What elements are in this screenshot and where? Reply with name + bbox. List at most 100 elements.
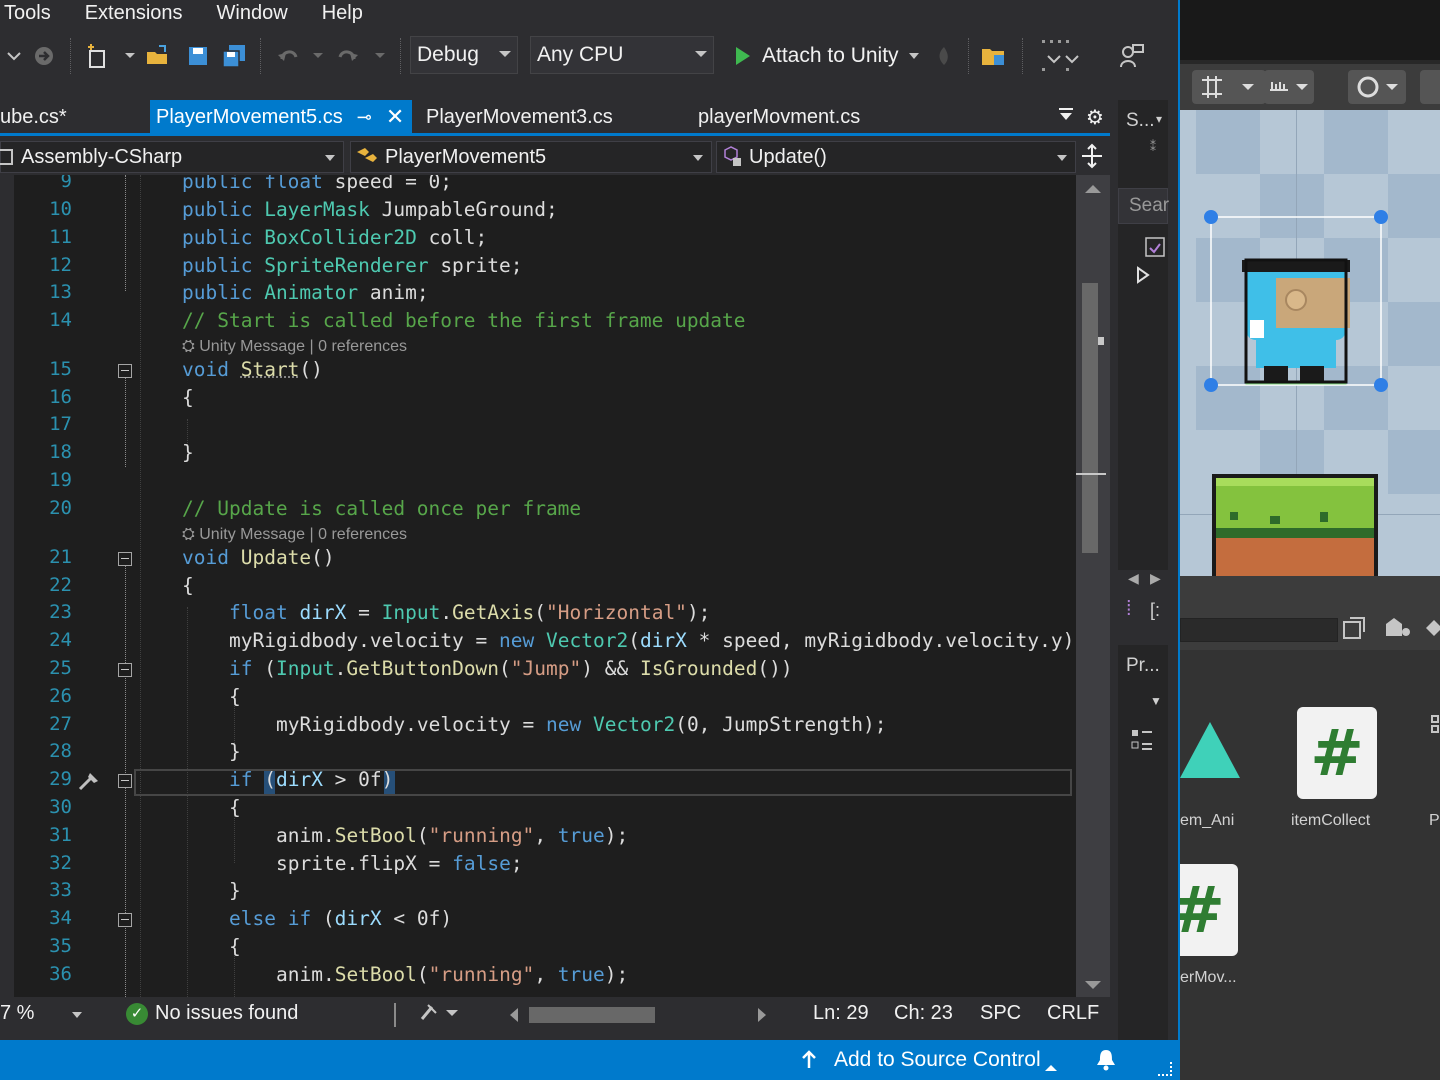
line-ending-indicator[interactable]: CRLF [1047, 1002, 1099, 1025]
menu-tools[interactable]: Tools [0, 2, 68, 24]
scrollbar-thumb[interactable] [1082, 283, 1098, 553]
expand-arrow-icon[interactable] [1136, 266, 1154, 288]
bracket-icon[interactable]: [: [1150, 600, 1160, 621]
quick-actions-icon[interactable] [76, 769, 102, 799]
collapse-toggle[interactable] [118, 364, 132, 378]
project-select[interactable]: Assembly-CSharp [0, 141, 344, 173]
codelens-references[interactable]: ⛭ Unity Message | 0 references [182, 526, 407, 544]
separator [394, 1003, 396, 1027]
label-icon[interactable] [1424, 616, 1440, 640]
redo-dropdown-icon[interactable] [366, 42, 394, 70]
new-project-dropdown-icon[interactable] [116, 42, 144, 70]
asset-label[interactable]: P [1429, 812, 1440, 830]
whitespace-indicator[interactable]: SPC [980, 1002, 1021, 1025]
asset-label[interactable]: em_Ani [1180, 812, 1234, 830]
menu-bar: Tools Extensions Window Help [0, 0, 1178, 26]
save-icon[interactable] [184, 42, 212, 70]
scroll-left-icon[interactable] [510, 1008, 518, 1022]
member-select[interactable]: Update() [716, 141, 1076, 173]
collapse-toggle[interactable] [118, 663, 132, 677]
add-to-source-control-button[interactable]: Add to Source Control [834, 1048, 1041, 1072]
undo-icon[interactable] [274, 42, 302, 70]
toolbar-separator [70, 38, 72, 74]
open-folder-icon[interactable] [144, 42, 172, 70]
save-all-icon[interactable] [220, 42, 248, 70]
gear-icon[interactable]: ⚙ [1086, 105, 1104, 130]
scene-view[interactable] [1180, 110, 1440, 576]
pin-icon[interactable]: ⊸ [357, 107, 372, 128]
chevron-down-icon[interactable]: ▾ [1156, 112, 1162, 126]
collapse-toggle[interactable] [118, 774, 132, 788]
hot-reload-icon[interactable] [930, 42, 958, 70]
live-share-icon[interactable] [1040, 40, 1084, 71]
line-number: 26 [49, 685, 72, 707]
file-explorer-icon[interactable] [980, 42, 1008, 70]
char-indicator[interactable]: Ch: 23 [894, 1002, 953, 1025]
close-icon[interactable]: ✕ [386, 104, 404, 130]
asset-label[interactable]: itemCollect [1291, 812, 1370, 830]
codelens-references[interactable]: ⛭ Unity Message | 0 references [182, 338, 407, 356]
menu-extensions[interactable]: Extensions [68, 2, 200, 24]
chevron-up-icon[interactable] [1044, 1055, 1058, 1079]
notification-bell-icon[interactable] [1094, 1048, 1118, 1072]
menu-help[interactable]: Help [305, 2, 380, 24]
scroll-down-icon[interactable] [1085, 981, 1101, 989]
project-value: Assembly-CSharp [21, 145, 183, 168]
menu-window[interactable]: Window [200, 2, 305, 24]
horizontal-scrollbar-thumb[interactable] [529, 1007, 655, 1023]
scroll-up-icon[interactable] [1085, 185, 1101, 193]
tab-cube[interactable]: cube.cs* [0, 100, 148, 134]
project-search-input[interactable] [1180, 618, 1338, 642]
ground-tile[interactable] [1210, 472, 1380, 576]
list-view-icon[interactable] [1430, 710, 1440, 740]
scroll-right-icon[interactable]: ▶ [1150, 570, 1161, 587]
attach-to-unity-button[interactable]: Attach to Unity [730, 40, 919, 72]
undo-dropdown-icon[interactable] [304, 42, 332, 70]
csharp-script-icon[interactable]: # [1180, 864, 1238, 956]
search-placeholder: Sear [1129, 195, 1170, 216]
more-button[interactable] [1420, 70, 1440, 104]
scroll-right-icon[interactable] [758, 1008, 766, 1022]
maximize-icon[interactable] [1342, 616, 1366, 640]
split-window-icon[interactable] [1078, 143, 1106, 171]
configuration-select[interactable]: Debug [410, 36, 518, 74]
grid-snap-button[interactable] [1192, 70, 1266, 104]
back-icon[interactable] [0, 42, 28, 70]
filter-by-type-icon[interactable] [1384, 616, 1412, 640]
redo-icon[interactable] [334, 42, 362, 70]
document-tab-strip: cube.cs* PlayerMovement5.cs ⊸ ✕ PlayerMo… [0, 100, 1110, 136]
csharp-script-icon[interactable]: # [1297, 707, 1377, 799]
line-indicator[interactable]: Ln: 29 [813, 1002, 869, 1025]
animation-asset-icon[interactable] [1180, 720, 1242, 784]
tab-playermovement5[interactable]: PlayerMovement5.cs ⊸ ✕ [150, 100, 412, 134]
vertical-scrollbar[interactable] [1076, 175, 1110, 997]
collapse-toggle[interactable] [118, 552, 132, 566]
asset-label[interactable]: erMov... [1180, 969, 1237, 987]
chevron-down-icon[interactable] [72, 1012, 82, 1018]
platform-select[interactable]: Any CPU [530, 36, 714, 74]
new-project-icon[interactable] [84, 42, 112, 70]
panel-title[interactable]: S... [1126, 110, 1155, 132]
class-select[interactable]: PlayerMovement5 [350, 141, 712, 173]
properties-title[interactable]: Pr... [1126, 655, 1160, 677]
collapse-toggle[interactable] [118, 913, 132, 927]
code-editor[interactable]: 9 10 11 12 13 14 15 16 17 18 19 20 21 22… [0, 175, 1076, 997]
forward-icon[interactable] [30, 42, 58, 70]
tab-overflow-icon[interactable] [1058, 106, 1074, 127]
code-cleanup-icon[interactable] [418, 1001, 458, 1031]
resize-grip-icon[interactable] [1158, 1062, 1172, 1076]
scroll-left-icon[interactable]: ◀ [1128, 570, 1139, 587]
visual-studio-icon[interactable] [1144, 236, 1166, 258]
feedback-icon[interactable] [1118, 42, 1146, 70]
issues-status[interactable]: No issues found [155, 1002, 298, 1025]
tab-playermovement3[interactable]: PlayerMovement3.cs [426, 100, 676, 134]
search-input[interactable]: Sear [1118, 188, 1170, 224]
more-icon[interactable]: ⁑ [1150, 140, 1156, 154]
gizmos-button[interactable] [1348, 70, 1406, 104]
ruler-button[interactable] [1264, 70, 1314, 104]
zoom-level[interactable]: 7 % [0, 1002, 34, 1025]
categorized-view-icon[interactable] [1130, 728, 1154, 752]
ellipsis-icon[interactable]: ⁞ [1126, 598, 1132, 621]
tab-playermovment[interactable]: playerMovment.cs [698, 100, 938, 134]
chevron-down-icon[interactable]: ▼ [1150, 694, 1162, 708]
